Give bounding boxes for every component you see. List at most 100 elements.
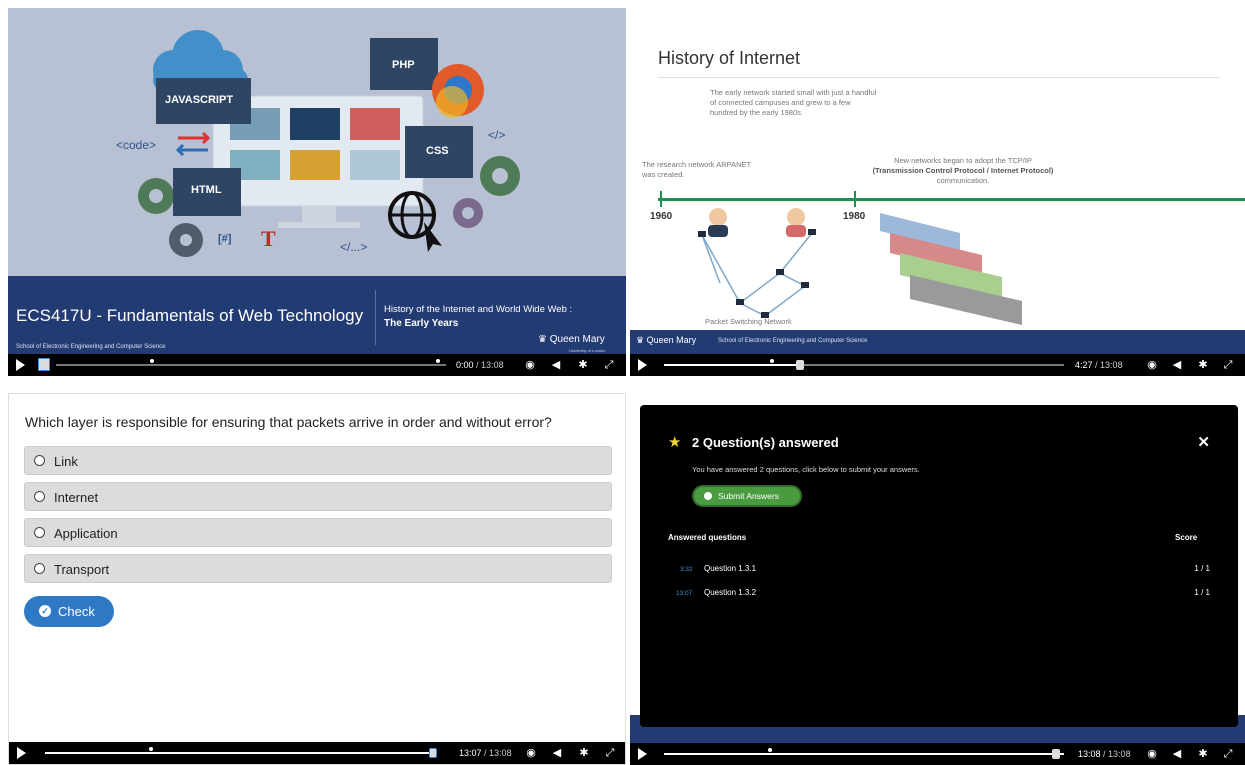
video-panel-intro: JAVASCRIPT PHP CSS HTML <code> </> [#] T…: [8, 8, 626, 376]
play-icon[interactable]: [17, 747, 26, 759]
progress-knob[interactable]: [429, 748, 437, 758]
time-display: 13:08 / 13:08: [1078, 749, 1131, 759]
row-time-link[interactable]: 13:07: [676, 590, 692, 597]
tag-javascript: JAVASCRIPT: [165, 94, 234, 106]
video-panel-summary: ★ 2 Question(s) answered ✕ You have answ…: [630, 393, 1245, 765]
crown-icon: ♛: [538, 334, 547, 345]
column-header-score: Score: [1175, 533, 1198, 542]
lecture-title-line2: The Early Years: [384, 318, 459, 329]
volume-icon[interactable]: ◀: [1170, 747, 1184, 761]
video-control-bar: 0:00 / 13:08 ◉ ◀ ✱ ⤢: [8, 354, 626, 376]
modal-info: You have answered 2 questions, click bel…: [692, 465, 920, 474]
crown-icon: ♛: [636, 335, 645, 345]
volume-icon[interactable]: ◀: [549, 358, 563, 372]
tag-code: <code>: [116, 138, 157, 152]
question-marker[interactable]: [149, 747, 153, 751]
question-marker[interactable]: [150, 359, 154, 363]
network-diagram: [698, 208, 1022, 325]
star-icon: ★: [668, 434, 682, 451]
row-time-link[interactable]: 3:32: [680, 566, 693, 573]
radio-button[interactable]: [34, 455, 45, 466]
answer-option[interactable]: Link: [24, 446, 612, 475]
video-control-bar: 13:07 / 13:08 ◉ ◀ ✱ ⤢: [9, 742, 625, 764]
radio-button[interactable]: [34, 563, 45, 574]
radio-button[interactable]: [34, 527, 45, 538]
speed-icon[interactable]: ◉: [524, 746, 538, 760]
tag-php: PHP: [392, 59, 415, 71]
play-icon[interactable]: [638, 359, 647, 371]
answers-summary-modal: ★ 2 Question(s) answered ✕ You have answ…: [640, 405, 1238, 727]
radio-button[interactable]: [34, 491, 45, 502]
university-sub: University of London: [569, 348, 606, 353]
course-title: ECS417U - Fundamentals of Web Technology: [16, 306, 364, 325]
volume-icon[interactable]: ◀: [1170, 358, 1184, 372]
time-display: 4:27 / 13:08: [1075, 360, 1123, 370]
time-display: 13:07 / 13:08: [459, 748, 512, 758]
progress-knob[interactable]: [796, 360, 804, 370]
answer-option[interactable]: Transport: [24, 554, 612, 583]
tag-html: HTML: [191, 184, 222, 196]
question-marker[interactable]: [770, 359, 774, 363]
fullscreen-icon[interactable]: ⤢: [1221, 358, 1235, 372]
school-name: School of Electronic Engineering and Com…: [718, 338, 868, 344]
tag-ellipsis: </...>: [340, 240, 368, 254]
school-name: School of Electronic Engineering and Com…: [16, 344, 166, 350]
progress-track[interactable]: [664, 359, 1064, 370]
title-rule: [658, 77, 1220, 78]
video-panel-history: History of Internet The early network st…: [630, 8, 1245, 376]
row-score: 1 / 1: [1194, 564, 1210, 573]
answered-row[interactable]: 3:32 Question 1.3.1 1 / 1: [680, 564, 1210, 573]
quiz-question: Which layer is responsible for ensuring …: [25, 414, 552, 430]
row-question: Question 1.3.1: [704, 564, 757, 573]
progress-knob[interactable]: [1052, 749, 1060, 759]
note-left: The research network ARPANET was created…: [642, 160, 751, 179]
row-score: 1 / 1: [1194, 588, 1210, 597]
speed-icon[interactable]: ◉: [523, 358, 537, 372]
fullscreen-icon[interactable]: ⤢: [1221, 747, 1235, 761]
volume-icon[interactable]: ◀: [550, 746, 564, 760]
tag-bracket-hash: [#]: [218, 233, 232, 245]
slide-title: History of Internet: [658, 48, 801, 68]
divider: [375, 290, 376, 345]
progress-fill: [45, 752, 435, 754]
question-marker[interactable]: [436, 359, 440, 363]
gear-icon[interactable]: ✱: [576, 358, 590, 372]
progress-track[interactable]: [56, 359, 446, 366]
close-icon[interactable]: ✕: [1197, 433, 1210, 451]
fullscreen-icon[interactable]: ⤢: [603, 746, 617, 760]
diagram-label: Packet Switching Network: [705, 317, 792, 326]
time-display: 0:00 / 13:08: [456, 360, 504, 370]
progress-track[interactable]: [664, 748, 1064, 759]
answered-row[interactable]: 13:07 Question 1.3.2 1 / 1: [676, 588, 1210, 597]
answer-option[interactable]: Application: [24, 518, 612, 547]
gear-icon[interactable]: ✱: [1196, 358, 1210, 372]
modal-title: 2 Question(s) answered: [692, 435, 839, 450]
speed-icon[interactable]: ◉: [1145, 358, 1159, 372]
submit-answers-button[interactable]: Submit Answers: [692, 485, 802, 507]
gear-icon[interactable]: ✱: [1196, 747, 1210, 761]
note-right: New networks began to adopt the TCP/IP (…: [872, 156, 1054, 185]
tag-close: </>: [488, 128, 506, 142]
question-marker[interactable]: [768, 748, 772, 752]
row-question: Question 1.3.2: [704, 588, 757, 597]
lecture-title-line1: History of the Internet and World Wide W…: [384, 304, 573, 315]
gear-icon[interactable]: ✱: [577, 746, 591, 760]
tag-css: CSS: [426, 145, 449, 157]
chapter-thumb[interactable]: [38, 358, 50, 371]
check-circle-icon: ✓: [39, 605, 51, 617]
play-icon[interactable]: [638, 748, 647, 760]
check-button[interactable]: ✓ Check: [24, 596, 114, 627]
column-header-questions: Answered questions: [668, 533, 747, 542]
video-panel-quiz: Which layer is responsible for ensuring …: [8, 393, 626, 765]
tag-t: T: [261, 226, 276, 251]
video-control-bar: 4:27 / 13:08 ◉ ◀ ✱ ⤢: [630, 354, 1245, 376]
play-icon[interactable]: [16, 359, 25, 371]
university-logo: ♛ Queen Mary: [636, 335, 697, 345]
progress-track[interactable]: [45, 747, 437, 758]
progress-fill: [664, 364, 800, 366]
fullscreen-icon[interactable]: ⤢: [602, 358, 616, 372]
speed-icon[interactable]: ◉: [1145, 747, 1159, 761]
note-top: The early network started small with jus…: [710, 88, 877, 117]
check-circle-icon: [704, 492, 712, 500]
answer-option[interactable]: Internet: [24, 482, 612, 511]
